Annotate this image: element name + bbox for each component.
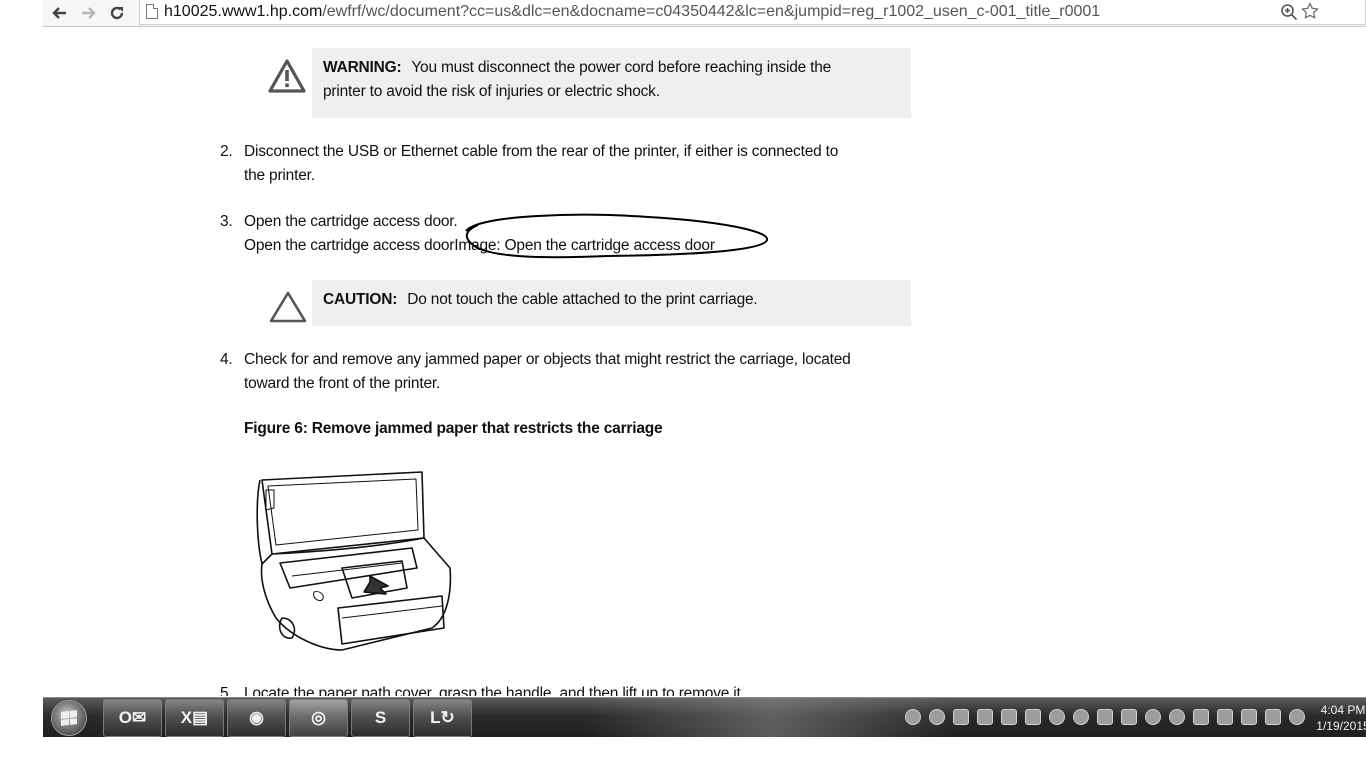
reload-icon xyxy=(110,6,124,20)
outlook-icon: O✉ xyxy=(118,708,147,727)
windows-logo-icon xyxy=(61,710,77,726)
tray-sync-icon[interactable] xyxy=(929,709,945,725)
step-2-line2: the printer. xyxy=(244,167,315,184)
address-bar[interactable]: h10025.www1.hp.com/ewfrf/wc/document?cc=… xyxy=(139,0,1366,25)
tray-power-icon[interactable] xyxy=(1265,709,1281,725)
tray-network-icon[interactable] xyxy=(1193,709,1209,725)
tray-grid-icon[interactable] xyxy=(1121,709,1137,725)
warning-text-line2: printer to avoid the risk of injuries or… xyxy=(323,83,660,100)
caution-note: CAUTION: Do not touch the cable attached… xyxy=(312,280,911,326)
step-number: 4. xyxy=(220,351,233,368)
tray-display-icon[interactable] xyxy=(1241,709,1257,725)
hand-drawn-ellipse-annotation xyxy=(465,213,768,259)
taskbar-lync-button[interactable]: L↻ xyxy=(413,699,472,737)
step-number: 2. xyxy=(220,143,233,160)
tray-volume-icon[interactable] xyxy=(1289,709,1305,725)
system-tray xyxy=(905,698,1305,737)
windows-taskbar: O✉ X▤ ◉ ◎ S L↻ 4:04 PM 1/19/2015 xyxy=(43,697,1366,737)
taskbar-chrome-button[interactable]: ◎ xyxy=(289,699,348,737)
tray-cloud-icon[interactable] xyxy=(1169,709,1185,725)
tray-outlook-icon[interactable] xyxy=(977,709,993,725)
document-content: WARNING: You must disconnect the power c… xyxy=(0,28,1366,696)
tray-image-icon[interactable] xyxy=(1001,709,1017,725)
taskbar-outlook-button[interactable]: O✉ xyxy=(103,699,162,737)
warning-icon xyxy=(268,59,306,93)
page-icon xyxy=(146,4,158,19)
forward-arrow-icon xyxy=(82,7,96,19)
tray-t-icon[interactable] xyxy=(1073,709,1089,725)
tray-bolt-icon[interactable] xyxy=(1049,709,1065,725)
browser-toolbar: h10025.www1.hp.com/ewfrf/wc/document?cc=… xyxy=(43,0,1366,27)
reload-button[interactable] xyxy=(105,1,129,25)
tray-security-icon[interactable] xyxy=(1145,709,1161,725)
step-4-line2: toward the front of the printer. xyxy=(244,375,441,392)
firefox-icon: ◉ xyxy=(249,708,264,727)
step-number: 5. xyxy=(220,685,233,696)
step-5: 5. Locate the paper path cover, grasp th… xyxy=(220,682,920,696)
back-button[interactable] xyxy=(48,1,72,25)
clock-date: 1/19/2015 xyxy=(1316,719,1366,733)
taskbar-app-s-button[interactable]: S xyxy=(351,699,410,737)
zoom-icon[interactable] xyxy=(1280,3,1298,21)
app-s-icon: S xyxy=(374,708,387,727)
printer-illustration xyxy=(256,471,452,651)
tray-badge-icon[interactable] xyxy=(1097,709,1113,725)
system-clock[interactable]: 4:04 PM 1/19/2015 xyxy=(1313,702,1366,734)
tray-device-icon[interactable] xyxy=(1217,709,1233,725)
chrome-icon: ◎ xyxy=(311,708,326,727)
back-arrow-icon xyxy=(52,7,66,19)
step-number: 3. xyxy=(220,213,233,230)
url-text[interactable]: h10025.www1.hp.com/ewfrf/wc/document?cc=… xyxy=(164,2,1100,22)
url-path: /ewfrf/wc/document?cc=us&dlc=en&docname=… xyxy=(322,3,1101,20)
taskbar-firefox-button[interactable]: ◉ xyxy=(227,699,286,737)
tray-shield-icon[interactable] xyxy=(1025,709,1041,725)
figure-6-title: Figure 6: Remove jammed paper that restr… xyxy=(244,420,663,437)
warning-label: WARNING: xyxy=(323,59,402,76)
caution-text: Do not touch the cable attached to the p… xyxy=(407,291,758,308)
warning-note: WARNING: You must disconnect the power c… xyxy=(312,48,911,118)
tray-bell-icon[interactable] xyxy=(953,709,969,725)
lync-icon: L↻ xyxy=(430,708,455,727)
tray-arrow-icon[interactable] xyxy=(905,709,921,725)
taskbar-excel-button[interactable]: X▤ xyxy=(165,699,224,737)
forward-button[interactable] xyxy=(76,1,100,25)
excel-icon: X▤ xyxy=(180,708,209,727)
warning-text-line1: You must disconnect the power cord befor… xyxy=(411,59,832,76)
caution-icon xyxy=(269,291,307,323)
step-4-line1: Check for and remove any jammed paper or… xyxy=(244,351,851,368)
step-4: 4. Check for and remove any jammed paper… xyxy=(220,348,920,396)
bookmark-star-icon[interactable] xyxy=(1301,2,1319,20)
url-host: h10025.www1.hp.com xyxy=(164,3,323,20)
step-2-line1: Disconnect the USB or Ethernet cable fro… xyxy=(244,143,839,160)
caution-label: CAUTION: xyxy=(323,291,398,308)
start-button[interactable] xyxy=(51,700,87,736)
step-2: 2. Disconnect the USB or Ethernet cable … xyxy=(220,140,920,188)
step-5-text: Locate the paper path cover, grasp the h… xyxy=(244,685,745,696)
clock-time: 4:04 PM xyxy=(1320,703,1366,717)
